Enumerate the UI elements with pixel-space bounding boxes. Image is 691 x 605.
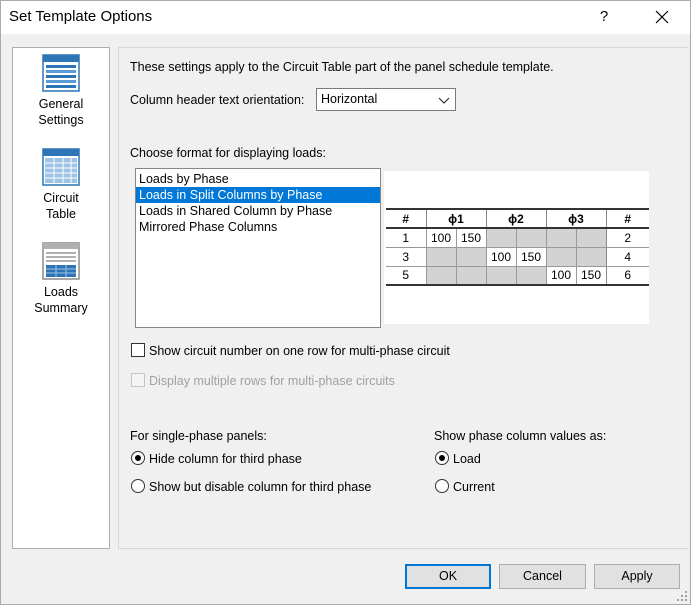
preview-header: ϕ2 — [485, 208, 546, 229]
preview-cell: 4 — [605, 247, 649, 267]
list-item[interactable]: Loads by Phase — [136, 171, 380, 187]
list-item[interactable]: Loads in Shared Column by Phase — [136, 203, 380, 219]
sidebar-item-label: General Settings — [38, 97, 84, 127]
help-button[interactable]: ? — [592, 6, 616, 28]
sidebar-item-loads-summary[interactable]: Loads Summary — [13, 242, 109, 316]
orientation-dropdown[interactable]: Horizontal — [316, 88, 456, 111]
orientation-value: Horizontal — [321, 92, 378, 106]
category-sidebar: General Settings Circuit Table Loads Sum… — [12, 47, 110, 549]
sidebar-item-general-settings[interactable]: General Settings — [13, 54, 109, 128]
preview-cell: 150 — [515, 247, 546, 267]
show-disable-third-phase-label: Show but disable column for third phase — [149, 480, 372, 494]
preview-cell — [485, 266, 516, 286]
preview-cell: 150 — [455, 228, 486, 248]
preview-cell: 1 — [386, 228, 426, 248]
preview-cell — [455, 247, 486, 267]
preview-cell — [485, 228, 516, 248]
apply-button[interactable]: Apply — [594, 564, 680, 589]
load-label: Load — [453, 452, 481, 466]
preview-cell: 2 — [605, 228, 649, 248]
preview-cell: 3 — [386, 247, 426, 267]
phase-values-label: Show phase column values as: — [434, 429, 607, 443]
show-circuit-one-row-label: Show circuit number on one row for multi… — [149, 344, 450, 358]
preview-cell: 100 — [425, 228, 456, 248]
preview-cell: 150 — [575, 266, 606, 286]
chevron-down-icon — [438, 97, 450, 104]
window-title: Set Template Options — [9, 8, 153, 25]
format-preview: # ϕ1 ϕ2 ϕ3 # 1 100 150 2 3 100 150 4 5 1… — [384, 171, 649, 324]
preview-cell: 5 — [386, 266, 426, 286]
hide-third-phase-radio[interactable] — [131, 451, 145, 465]
sidebar-item-label: Loads Summary — [34, 285, 88, 315]
panel-description: These settings apply to the Circuit Tabl… — [130, 60, 554, 74]
preview-cell — [455, 266, 486, 286]
display-multiple-rows-checkbox — [131, 373, 145, 387]
preview-header: # — [386, 208, 426, 229]
ok-button[interactable]: OK — [405, 564, 491, 589]
sidebar-item-circuit-table[interactable]: Circuit Table — [13, 148, 109, 222]
load-format-listbox[interactable]: Loads by Phase Loads in Split Columns by… — [135, 168, 381, 328]
preview-cell — [425, 266, 456, 286]
current-radio[interactable] — [435, 479, 449, 493]
preview-cell — [425, 247, 456, 267]
preview-row: 3 100 150 4 — [386, 247, 649, 267]
sidebar-item-label: Circuit Table — [43, 191, 79, 221]
display-multiple-rows-label: Display multiple rows for multi-phase ci… — [149, 374, 395, 388]
close-button[interactable] — [648, 5, 676, 29]
preview-cell: 100 — [485, 247, 516, 267]
list-item[interactable]: Mirrored Phase Columns — [136, 219, 380, 235]
preview-cell — [575, 228, 606, 248]
resize-grip-icon[interactable] — [676, 590, 688, 602]
list-item[interactable]: Loads in Split Columns by Phase — [136, 187, 380, 203]
hide-third-phase-label: Hide column for third phase — [149, 452, 302, 466]
show-disable-third-phase-radio[interactable] — [131, 479, 145, 493]
format-label: Choose format for displaying loads: — [130, 146, 326, 160]
show-circuit-one-row-checkbox[interactable] — [131, 343, 145, 357]
load-radio[interactable] — [435, 451, 449, 465]
close-icon — [655, 10, 669, 24]
current-label: Current — [453, 480, 495, 494]
preview-cell — [575, 247, 606, 267]
preview-table: # ϕ1 ϕ2 ϕ3 # 1 100 150 2 3 100 150 4 5 1… — [386, 208, 649, 286]
loads-summary-icon — [42, 242, 80, 280]
general-settings-icon — [42, 54, 80, 92]
preview-header-row: # ϕ1 ϕ2 ϕ3 # — [386, 208, 649, 229]
preview-cell: 6 — [605, 266, 649, 286]
preview-header: ϕ3 — [545, 208, 606, 229]
preview-row: 1 100 150 2 — [386, 228, 649, 248]
single-phase-label: For single-phase panels: — [130, 429, 267, 443]
preview-cell — [545, 247, 576, 267]
preview-cell: 100 — [545, 266, 576, 286]
preview-cell — [515, 266, 546, 286]
preview-header: ϕ1 — [425, 208, 486, 229]
preview-cell — [545, 228, 576, 248]
title-bar: Set Template Options ? — [0, 0, 691, 34]
orientation-label: Column header text orientation: — [130, 93, 305, 107]
circuit-table-icon — [42, 148, 80, 186]
preview-cell — [515, 228, 546, 248]
cancel-button[interactable]: Cancel — [499, 564, 586, 589]
preview-row: 5 100 150 6 — [386, 266, 649, 286]
preview-header: # — [605, 208, 649, 229]
